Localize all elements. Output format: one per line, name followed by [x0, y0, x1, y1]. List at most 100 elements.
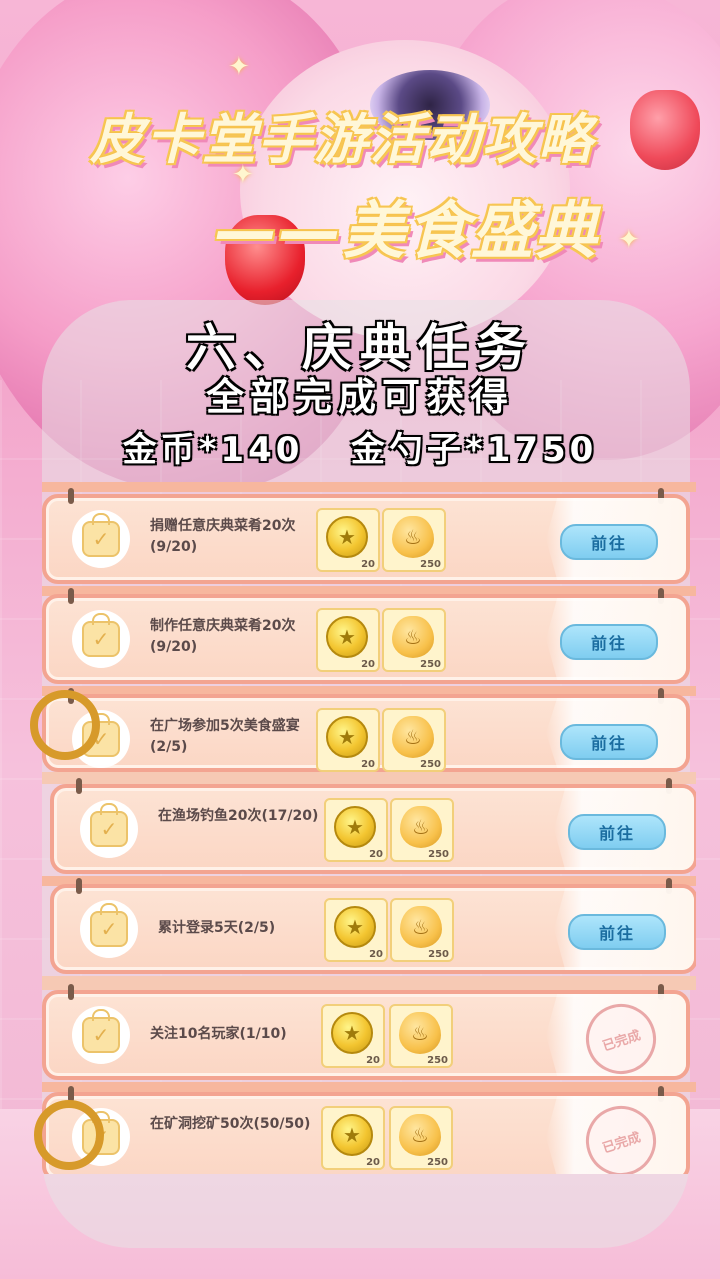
gold-coin-icon: ★ — [326, 716, 368, 758]
go-button[interactable]: 前往 — [560, 524, 658, 560]
task-icon-badge: ✓ — [80, 900, 138, 958]
reward-qty: 20 — [361, 759, 375, 770]
gold-spoon-icon: ♨ — [400, 806, 442, 848]
reward-qty: 250 — [420, 659, 441, 670]
go-button[interactable]: 前往 — [560, 724, 658, 760]
reward-coin: ★ 20 — [321, 1004, 385, 1068]
task-description: 制作任意庆典菜肴20次(9/20) — [150, 618, 296, 655]
reward-summary: 金币*140 金勺子*1750 — [122, 430, 598, 470]
reward-coin: ★ 20 — [324, 898, 388, 962]
frame-bolt — [68, 588, 74, 604]
task-list: ✓ 捐赠任意庆典菜肴20次(9/20) ★ 20 ♨ 250 前往 ✓ 制作任意庆典… — [42, 482, 696, 1174]
frame-bolt — [658, 488, 664, 504]
decorative-ring — [30, 690, 100, 760]
reward-qty: 250 — [428, 849, 449, 860]
gold-spoon-icon: ♨ — [392, 716, 434, 758]
reward-qty: 20 — [361, 559, 375, 570]
reward-spoon: ♨ 250 — [382, 508, 446, 572]
frame-bolt — [666, 778, 672, 794]
reward-coin: ★ 20 — [316, 708, 380, 772]
task-icon-badge: ✓ — [72, 510, 130, 568]
frame-bolt — [666, 878, 672, 894]
frame-bolt — [658, 688, 664, 704]
sparkle-icon: ✦ — [618, 225, 640, 255]
reward-qty: 20 — [366, 1055, 380, 1066]
task-description: 捐赠任意庆典菜肴20次(9/20) — [150, 518, 296, 555]
task-icon-badge: ✓ — [72, 610, 130, 668]
gold-coin-icon: ★ — [326, 616, 368, 658]
guide-title: 皮卡堂手游活动攻略 — [90, 108, 594, 171]
sparkle-icon: ✦ — [232, 160, 254, 190]
reward-qty: 20 — [369, 949, 383, 960]
gold-coin-icon: ★ — [331, 1114, 373, 1156]
reward-spoon: ♨ 250 — [389, 1004, 453, 1068]
frame-bolt — [68, 488, 74, 504]
frame-bolt — [658, 1086, 664, 1102]
go-button[interactable]: 前往 — [568, 814, 666, 850]
gold-spoon-icon: ♨ — [392, 516, 434, 558]
task-icon-badge: ✓ — [80, 800, 138, 858]
gold-coin-icon: ★ — [331, 1012, 373, 1054]
task-card: ✓ 关注10名玩家(1/10) ★ 20 ♨ 250 已完成 — [42, 984, 690, 1084]
reward-qty: 250 — [427, 1157, 448, 1168]
gold-coin-icon: ★ — [334, 906, 376, 948]
reward-qty: 20 — [361, 659, 375, 670]
task-bag-icon: ✓ — [82, 513, 120, 557]
reward-coin: ★ 20 — [324, 798, 388, 862]
gold-spoon-icon: ♨ — [399, 1012, 441, 1054]
guide-subtitle: ——美食盛典 — [215, 194, 600, 267]
task-card: ✓ 在广场参加5次美食盛宴(2/5) ★ 20 ♨ 250 前往 — [42, 688, 690, 772]
gold-spoon-icon: ♨ — [399, 1114, 441, 1156]
section-subheading: 全部完成可获得 — [205, 375, 514, 419]
frame-bolt — [658, 984, 664, 1000]
gold-coin-icon: ★ — [334, 806, 376, 848]
task-card: ✓ 在矿洞挖矿50次(50/50) ★ 20 ♨ 250 已完成 — [42, 1086, 690, 1174]
task-bag-icon: ✓ — [82, 613, 120, 657]
task-description: 累计登录5天(2/5) — [158, 920, 276, 936]
gold-spoon-icon: ♨ — [392, 616, 434, 658]
reward-qty: 250 — [427, 1055, 448, 1066]
strawberry-icon — [630, 90, 700, 170]
task-description: 在矿洞挖矿50次(50/50) — [150, 1116, 311, 1132]
reward-spoon: ♨ 250 — [389, 1106, 453, 1170]
list-divider — [42, 1082, 696, 1092]
frame-bolt — [76, 778, 82, 794]
list-divider — [42, 976, 696, 990]
task-card: ✓ 在渔场钓鱼20次(17/20) ★ 20 ♨ 250 前往 — [50, 778, 696, 874]
task-description: 在广场参加5次美食盛宴(2/5) — [150, 718, 300, 755]
task-card: ✓ 制作任意庆典菜肴20次(9/20) ★ 20 ♨ 250 前往 — [42, 588, 690, 684]
reward-qty: 250 — [420, 759, 441, 770]
completed-stamp-icon: 已完成 — [576, 1096, 666, 1174]
gold-coin-icon: ★ — [326, 516, 368, 558]
task-card: ✓ 累计登录5天(2/5) ★ 20 ♨ 250 前往 — [50, 878, 696, 974]
task-bag-icon: ✓ — [90, 903, 128, 947]
frame-bolt — [68, 984, 74, 1000]
reward-spoon: ♨ 250 — [382, 608, 446, 672]
task-bag-icon: ✓ — [90, 803, 128, 847]
reward-qty: 250 — [428, 949, 449, 960]
go-button[interactable]: 前往 — [560, 624, 658, 660]
reward-spoon: ♨ 250 — [390, 798, 454, 862]
reward-qty: 20 — [369, 849, 383, 860]
reward-qty: 20 — [366, 1157, 380, 1168]
go-button[interactable]: 前往 — [568, 914, 666, 950]
task-bag-icon: ✓ — [82, 1009, 120, 1053]
task-icon-badge: ✓ — [72, 1006, 130, 1064]
reward-coin: ★ 20 — [316, 608, 380, 672]
sparkle-icon: ✦ — [228, 52, 250, 82]
list-divider — [42, 772, 696, 784]
reward-qty: 250 — [420, 559, 441, 570]
frame-bolt — [658, 588, 664, 604]
task-card: ✓ 捐赠任意庆典菜肴20次(9/20) ★ 20 ♨ 250 前往 — [42, 488, 690, 584]
reward-coin: ★ 20 — [321, 1106, 385, 1170]
reward-spoon: ♨ 250 — [382, 708, 446, 772]
task-description: 在渔场钓鱼20次(17/20) — [158, 808, 319, 824]
frame-bolt — [76, 878, 82, 894]
list-divider — [42, 482, 696, 492]
completed-stamp-icon: 已完成 — [576, 994, 666, 1084]
gold-spoon-icon: ♨ — [400, 906, 442, 948]
reward-spoon: ♨ 250 — [390, 898, 454, 962]
reward-coin: ★ 20 — [316, 508, 380, 572]
decorative-ring — [34, 1100, 104, 1170]
task-description: 关注10名玩家(1/10) — [150, 1026, 287, 1042]
